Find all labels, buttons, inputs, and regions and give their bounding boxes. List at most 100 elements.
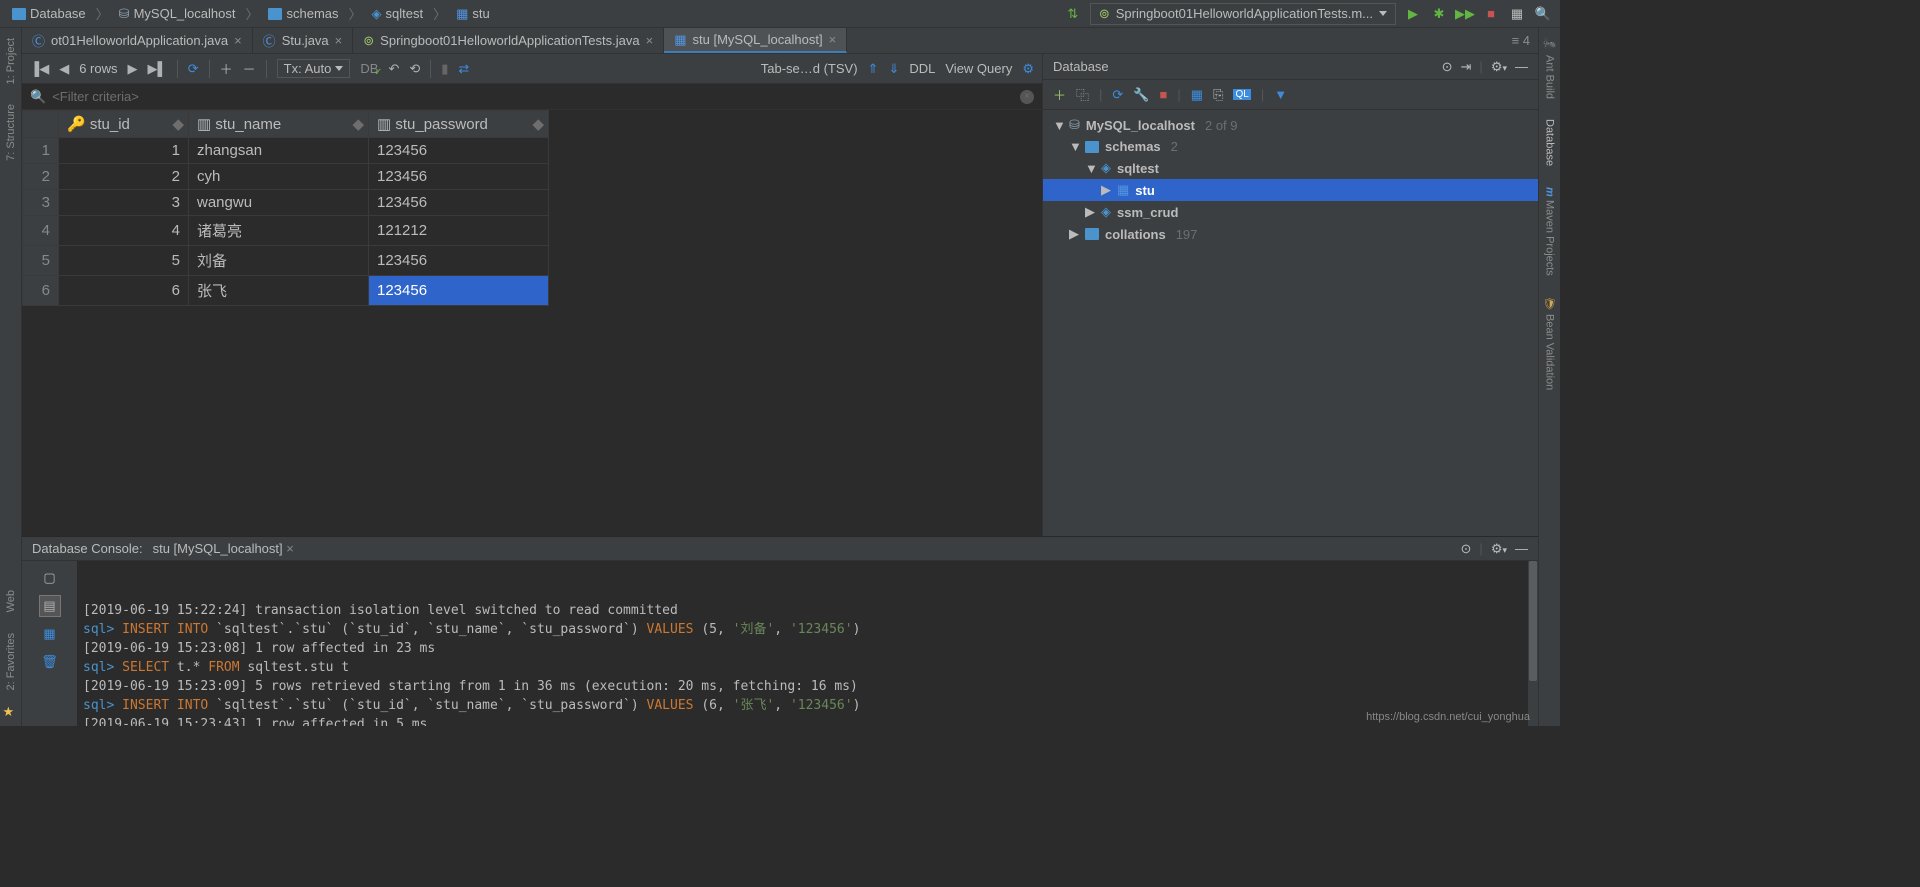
add-datasource-button[interactable]: ＋ (1053, 85, 1066, 104)
cell[interactable]: 诸葛亮 (189, 216, 369, 246)
stop-icon[interactable]: ▢ (39, 567, 61, 589)
import-button[interactable]: ⇓ (888, 61, 899, 77)
cell[interactable]: zhangsan (189, 138, 369, 164)
cell[interactable]: 123456 (369, 164, 549, 190)
filter-funnel-icon[interactable]: ▼ (1274, 87, 1287, 102)
data-grid[interactable]: 🔑 stu_id◆▥ stu_name◆▥ stu_password◆11zha… (22, 110, 1042, 536)
table-view-icon[interactable]: ▦ (1191, 87, 1203, 103)
disconnect-button[interactable]: ■ (1160, 87, 1168, 102)
editor-tab[interactable]: ▦stu [MySQL_localhost]× (664, 28, 847, 53)
cell[interactable]: 6 (59, 276, 189, 306)
tree-schema[interactable]: ▶◈ssm_crud (1043, 201, 1538, 223)
debug-button[interactable]: ✱ (1430, 5, 1448, 23)
database-tree[interactable]: ▼⛁MySQL_localhost2 of 9▼schemas2▼◈sqltes… (1043, 110, 1538, 536)
focus-icon[interactable]: ⊙ (1461, 541, 1472, 557)
duplicate-icon[interactable]: ⿻ (1076, 85, 1089, 104)
run-coverage-button[interactable]: ▶▶ (1456, 5, 1474, 23)
table-row[interactable]: 33wangwu123456 (23, 190, 549, 216)
stop-button[interactable]: ■ (1482, 5, 1500, 23)
table-row[interactable]: 44诸葛亮121212 (23, 216, 549, 246)
prev-page-button[interactable]: ◀ (59, 61, 69, 77)
tree-schemas[interactable]: ▼schemas2 (1043, 136, 1538, 157)
add-row-button[interactable]: ＋ (220, 59, 233, 78)
output-icon[interactable]: ▤ (39, 595, 61, 617)
breadcrumb-item[interactable]: ⛁MySQL_localhost (113, 4, 242, 24)
layout-icon[interactable]: ▦ (1508, 5, 1526, 23)
cell[interactable]: wangwu (189, 190, 369, 216)
sort-icon[interactable]: ◆ (352, 115, 364, 133)
cell[interactable]: 121212 (369, 216, 549, 246)
tree-arrow-icon[interactable]: ▶ (1069, 226, 1079, 242)
cell[interactable]: 123456 (369, 276, 549, 306)
tool-window-button[interactable]: Web (3, 580, 19, 622)
column-header[interactable]: ▥ stu_name◆ (189, 111, 369, 138)
editor-tab[interactable]: ⊚Springboot01HelloworldApplicationTests.… (353, 28, 664, 53)
search-everywhere-icon[interactable]: 🔍 (1534, 5, 1552, 23)
scrollbar[interactable] (1528, 561, 1538, 726)
export-button[interactable]: ⇑ (868, 61, 879, 77)
cell[interactable]: 4 (59, 216, 189, 246)
close-icon[interactable]: × (646, 33, 654, 48)
reload-button[interactable]: ⟳ (188, 61, 199, 77)
tool-window-button[interactable]: 🐜 Ant Build (1541, 28, 1558, 109)
cell[interactable]: 刘备 (189, 246, 369, 276)
tree-arrow-icon[interactable]: ▶ (1085, 204, 1095, 220)
editor-tab[interactable]: Ⓒot01HelloworldApplication.java× (22, 28, 253, 53)
clear-filter-button[interactable]: × (1020, 90, 1034, 104)
console-tab[interactable]: stu [MySQL_localhost] × (153, 541, 294, 556)
cell[interactable]: 123456 (369, 190, 549, 216)
tool-window-button[interactable]: 1: Project (3, 28, 19, 94)
sort-icon[interactable]: ◆ (532, 115, 544, 133)
tree-datasource[interactable]: ▼⛁MySQL_localhost2 of 9 (1043, 114, 1538, 136)
rollback-button[interactable]: ↶ (388, 61, 399, 77)
filter-input[interactable]: <Filter criteria> (52, 89, 139, 104)
close-icon[interactable]: × (335, 33, 343, 48)
compare-icon[interactable]: ⇄ (458, 61, 469, 77)
column-header[interactable]: 🔑 stu_id◆ (59, 111, 189, 138)
next-page-button[interactable]: ▶ (128, 61, 138, 77)
tree-arrow-icon[interactable]: ▶ (1101, 182, 1111, 198)
cell[interactable]: 123456 (369, 138, 549, 164)
cell[interactable]: 2 (59, 164, 189, 190)
cell[interactable]: cyh (189, 164, 369, 190)
table-row[interactable]: 66张飞123456 (23, 276, 549, 306)
table-icon[interactable]: ▦ (39, 623, 61, 645)
close-icon[interactable]: × (829, 32, 837, 47)
gear-icon[interactable]: ⚙▾ (1491, 541, 1507, 557)
close-icon[interactable]: × (234, 33, 242, 48)
tree-arrow-icon[interactable]: ▼ (1069, 139, 1079, 154)
filter-icon[interactable]: ⇥ (1461, 59, 1472, 75)
trash-icon[interactable]: 🗑 (39, 651, 61, 673)
clone-row-button[interactable]: ▮ (441, 61, 448, 77)
tree-table[interactable]: ▶▦stu (1043, 179, 1538, 201)
console-output[interactable]: [2019-06-19 15:22:24] transaction isolat… (77, 561, 1538, 726)
query-console-icon[interactable]: QL (1233, 89, 1250, 100)
cell[interactable]: 123456 (369, 246, 549, 276)
focus-icon[interactable]: ⊙ (1442, 59, 1453, 75)
tool-window-button[interactable]: Database (1542, 109, 1558, 176)
settings-icon[interactable]: ⚙ (1022, 61, 1034, 77)
tree-arrow-icon[interactable]: ▼ (1085, 161, 1095, 176)
jump-to-console-icon[interactable]: ⎘ (1213, 87, 1223, 103)
cell[interactable]: 5 (59, 246, 189, 276)
hide-button[interactable]: — (1515, 541, 1528, 557)
first-page-button[interactable]: ▐◀ (30, 61, 49, 77)
tx-mode-selector[interactable]: Tx: Auto (277, 59, 351, 78)
run-configuration-selector[interactable]: ⊚ Springboot01HelloworldApplicationTests… (1090, 3, 1396, 25)
revert-button[interactable]: ⟲ (409, 61, 420, 77)
sort-icon[interactable]: ◆ (172, 115, 184, 133)
tree-schema[interactable]: ▼◈sqltest (1043, 157, 1538, 179)
table-row[interactable]: 55刘备123456 (23, 246, 549, 276)
tree-collations[interactable]: ▶collations197 (1043, 223, 1538, 245)
last-page-button[interactable]: ▶▌ (148, 61, 167, 77)
breadcrumb-item[interactable]: ◈sqltest (366, 4, 430, 24)
run-button[interactable]: ▶ (1404, 5, 1422, 23)
view-query-button[interactable]: View Query (945, 61, 1012, 76)
datasource-properties-icon[interactable]: 🔧 (1133, 87, 1149, 103)
tree-arrow-icon[interactable]: ▼ (1053, 118, 1063, 133)
tool-window-button[interactable]: m Maven Projects (1542, 177, 1558, 287)
breadcrumb-item[interactable]: ▦stu (450, 4, 496, 24)
commit-button[interactable]: DB✓ (360, 61, 378, 76)
cell[interactable]: 张飞 (189, 276, 369, 306)
tool-window-button[interactable]: 2: Favorites (3, 623, 19, 700)
